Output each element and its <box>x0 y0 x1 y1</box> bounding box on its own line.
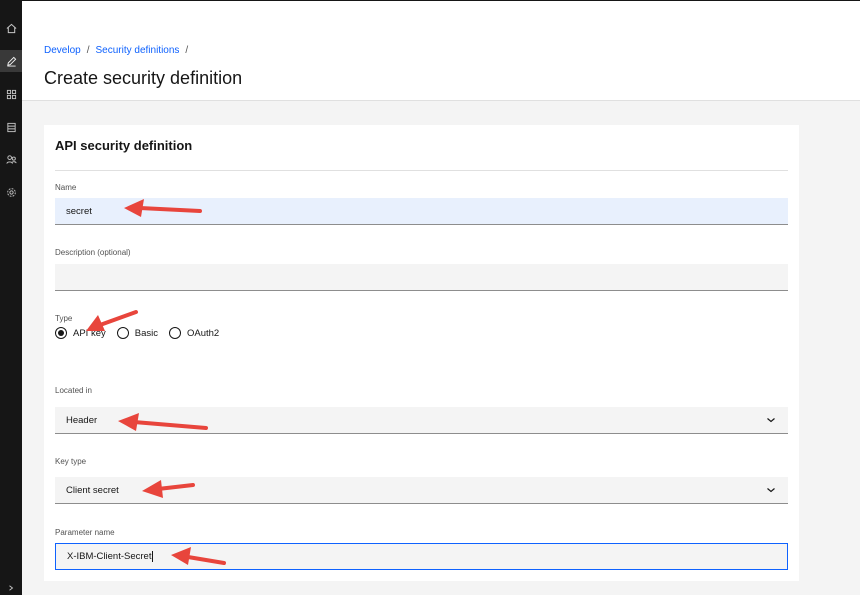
parameter-name-value: X-IBM-Client-Secret <box>67 551 152 562</box>
radio-label-basic: Basic <box>134 327 158 339</box>
edit-icon <box>6 56 16 67</box>
name-input[interactable]: secret <box>55 198 788 225</box>
radio-label-api-key: API key <box>73 327 106 339</box>
breadcrumb-separator: / <box>185 45 189 56</box>
radio-label-oauth2: OAuth2 <box>186 327 220 339</box>
side-navigation <box>0 0 22 595</box>
breadcrumb-separator: / <box>86 45 90 56</box>
radio-unchecked-icon <box>168 327 181 339</box>
name-label: Name <box>55 183 77 192</box>
section-title: API security definition <box>55 138 193 153</box>
breadcrumb-develop[interactable]: Develop <box>44 45 81 56</box>
users-icon <box>5 154 17 164</box>
nav-resources[interactable] <box>0 116 22 138</box>
description-input[interactable] <box>55 264 788 291</box>
nav-manage[interactable] <box>0 83 22 105</box>
located-in-value: Header <box>66 414 98 426</box>
radio-api-key[interactable]: API key <box>55 327 106 339</box>
chevron-down-icon <box>767 418 775 423</box>
breadcrumb: Develop / Security definitions / <box>44 45 194 56</box>
key-type-value: Client secret <box>66 484 119 496</box>
radio-checked-icon <box>55 327 67 339</box>
parameter-name-input[interactable]: X-IBM-Client-Secret <box>55 543 788 570</box>
divider <box>55 170 788 171</box>
key-type-select[interactable]: Client secret <box>55 477 788 504</box>
home-icon <box>6 23 16 33</box>
nav-members[interactable] <box>0 148 22 170</box>
radio-unchecked-icon <box>116 327 129 339</box>
gear-icon <box>6 187 16 197</box>
located-in-select[interactable]: Header <box>55 407 788 434</box>
page-title: Create security definition <box>44 68 243 88</box>
radio-basic[interactable]: Basic <box>116 327 158 339</box>
nav-settings[interactable] <box>0 181 22 203</box>
name-value: secret <box>66 205 92 217</box>
nav-develop[interactable] <box>0 50 22 72</box>
page-header: Develop / Security definitions / Create … <box>22 1 860 101</box>
security-definition-form: API security definition Name secret Desc… <box>44 125 799 581</box>
located-in-label: Located in <box>55 386 92 395</box>
chevron-right-icon <box>9 585 14 591</box>
chevron-down-icon <box>767 488 775 493</box>
database-icon <box>6 122 16 132</box>
type-radio-group: API key Basic OAuth2 <box>55 327 230 339</box>
key-type-label: Key type <box>55 457 87 466</box>
text-cursor <box>152 551 154 562</box>
type-label: Type <box>55 314 73 323</box>
nav-home[interactable] <box>0 17 22 39</box>
parameter-name-label: Parameter name <box>55 528 115 537</box>
radio-oauth2[interactable]: OAuth2 <box>168 327 220 339</box>
nav-expand-button[interactable] <box>0 581 22 595</box>
grid-icon <box>6 89 16 99</box>
description-label: Description (optional) <box>55 248 131 257</box>
breadcrumb-security-definitions[interactable]: Security definitions <box>95 45 179 56</box>
